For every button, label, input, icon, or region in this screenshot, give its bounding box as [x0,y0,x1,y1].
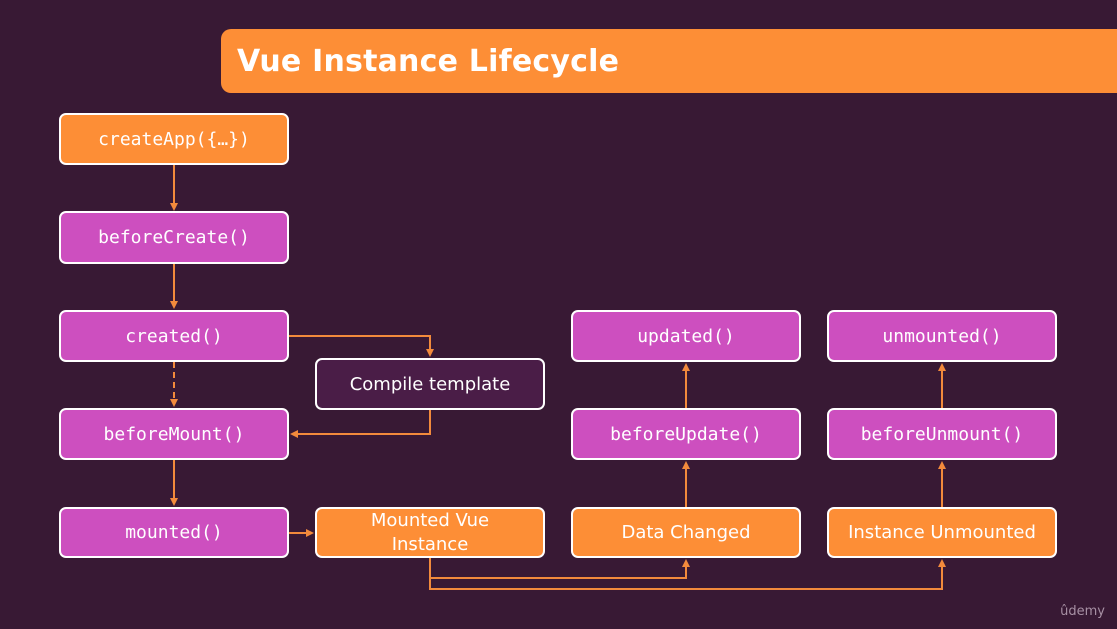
node-label: createApp({…}) [98,128,250,150]
node-label: beforeCreate() [98,227,250,248]
node-label: beforeUpdate() [610,423,762,445]
edge-mountedInstance-dataChanged [429,558,690,579]
node-beforeUpdate: beforeUpdate() [571,408,801,460]
node-compile-template: Compile template [315,358,545,410]
node-mounted: mounted() [59,507,289,558]
edge-created-compileTemplate [289,335,434,357]
udemy-watermark: ûdemy [1060,604,1105,619]
node-label: beforeUnmount() [860,423,1024,445]
node-instance-unmounted: Instance Unmounted [827,507,1057,558]
node-createApp: createApp({…}) [59,113,289,165]
node-label: updated() [637,325,735,347]
edge-compileTemplate-beforeMount [290,410,431,438]
node-beforeMount: beforeMount() [59,408,289,460]
node-label: Data Changed [621,521,751,543]
node-label: Compile template [349,373,511,395]
node-beforeCreate: beforeCreate() [59,211,289,264]
node-label: beforeMount() [103,423,245,445]
node-label: Instance Unmounted [848,521,1036,543]
node-label: created() [125,325,223,347]
node-label: Mounted Vue Instance [370,509,490,555]
node-label: unmounted() [882,325,1002,347]
node-beforeUnmount: beforeUnmount() [827,408,1057,460]
node-unmounted: unmounted() [827,310,1057,362]
node-data-changed: Data Changed [571,507,801,558]
node-mounted-vue-instance: Mounted Vue Instance [315,507,545,558]
node-created: created() [59,310,289,362]
node-label: mounted() [125,522,223,543]
node-updated: updated() [571,310,801,362]
